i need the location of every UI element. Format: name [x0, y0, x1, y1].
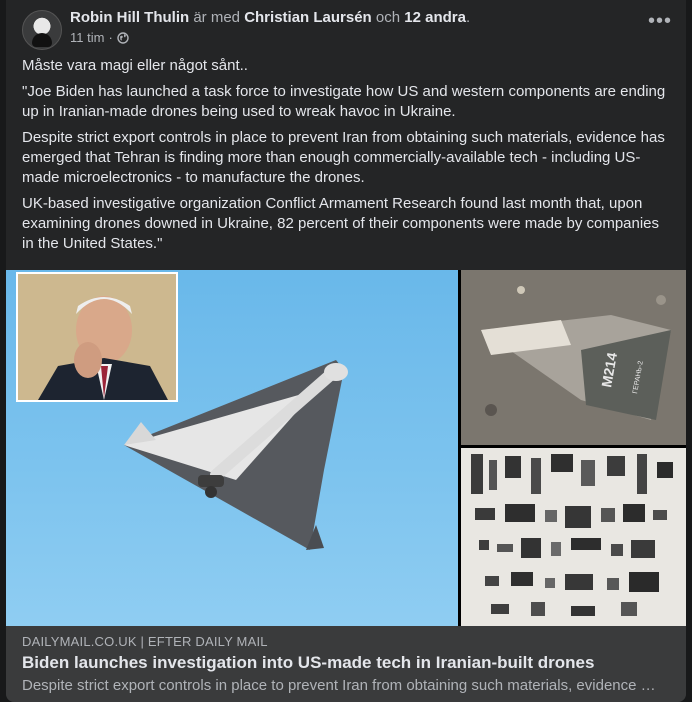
avatar[interactable]	[22, 10, 62, 50]
link-title[interactable]: Biden launches investigation into US-mad…	[22, 653, 594, 673]
post-paragraph: UK-based investigative organization Conf…	[22, 195, 660, 252]
drone-components-photo	[461, 448, 686, 626]
post-paragraph: Despite strict export controls in place …	[22, 129, 665, 186]
more-options-icon[interactable]: •••	[646, 11, 674, 34]
tagged-name[interactable]: Christian Laursén	[244, 9, 372, 26]
post-timestamp[interactable]: 11 tim	[70, 30, 104, 45]
link-domain: DAILYMAIL.CO.UK | EFTER DAILY MAIL	[22, 634, 268, 649]
others-link[interactable]: 12 andra	[404, 9, 466, 26]
post-attribution: Robin Hill Thulin är med Christian Laurs…	[70, 8, 470, 27]
with-text: är med	[193, 9, 241, 26]
and-text: och	[375, 9, 401, 26]
author-name[interactable]: Robin Hill Thulin	[70, 9, 189, 26]
post-meta: 11 tim ·	[70, 30, 129, 45]
drone-wreck-photo: M214 ГЕРАНЬ-2	[461, 270, 686, 445]
post-paragraph: "Joe Biden has launched a task force to …	[22, 83, 666, 120]
drone-sky-photo	[6, 270, 458, 626]
post-header: Robin Hill Thulin är med Christian Laurs…	[22, 8, 671, 50]
post-paragraph: Måste vara magi eller något sånt..	[22, 57, 248, 74]
link-description: Despite strict export controls in place …	[22, 677, 662, 694]
post-card: Robin Hill Thulin är med Christian Laurs…	[6, 0, 686, 702]
trailing-dot: .	[465, 9, 471, 26]
biden-inset-photo	[16, 272, 178, 402]
link-image[interactable]: M214 ГЕРАНЬ-2	[6, 270, 686, 626]
globe-icon[interactable]	[117, 31, 129, 44]
post-text: Måste vara magi eller något sånt.. "Joe …	[22, 56, 672, 260]
link-preview[interactable]: DAILYMAIL.CO.UK | EFTER DAILY MAIL Biden…	[6, 626, 686, 702]
meta-separator: ·	[108, 30, 113, 45]
